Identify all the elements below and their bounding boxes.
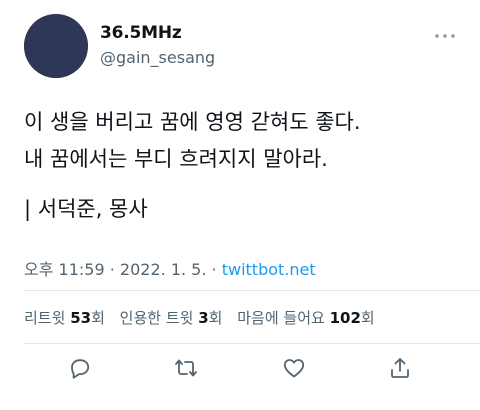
quotes-label: 인용한 트윗 [119, 309, 194, 327]
tweet-card: 36.5MHz @gain_sesang 이 생을 버리고 꿈에 영영 갇혀도 … [0, 0, 480, 410]
likes-label: 마음에 들어요 [237, 309, 325, 327]
user-handle[interactable]: @gain_sesang [100, 48, 215, 67]
quotes-count: 3 [198, 309, 209, 327]
meta-separator: · [211, 260, 217, 279]
avatar[interactable] [24, 14, 88, 78]
tweet-text-line: | 서덕준, 몽사 [24, 197, 148, 221]
more-options-icon[interactable] [434, 26, 456, 38]
likes-unit: 회 [360, 309, 375, 327]
likes-count: 102 [329, 309, 361, 327]
retweets-unit: 회 [91, 309, 105, 327]
quotes-stat[interactable]: 인용한 트윗 3회 [120, 309, 223, 327]
tweet-text-line: 이 생을 버리고 꿈에 영영 갇혀도 좋다. [24, 110, 361, 134]
reply-icon[interactable] [68, 356, 92, 380]
display-name[interactable]: 36.5MHz [100, 23, 182, 43]
crescent-moon-icon [24, 14, 88, 78]
divider [24, 343, 480, 344]
retweets-label: 리트윗 [24, 309, 66, 327]
tweet-time[interactable]: 오후 11:59 [24, 260, 105, 279]
retweet-icon[interactable] [174, 356, 198, 380]
likes-stat[interactable]: 마음에 들어요 102회 [237, 309, 374, 327]
share-icon[interactable] [388, 356, 412, 380]
tweet-actions [0, 356, 480, 386]
like-icon[interactable] [282, 356, 306, 380]
meta-separator: · [109, 260, 115, 279]
tweet-date[interactable]: 2022. 1. 5. [120, 260, 207, 279]
tweet-text-line: 내 꿈에서는 부디 흐려지지 말아라. [24, 147, 328, 171]
tweet-stats: 리트윗 53회 인용한 트윗 3회 마음에 들어요 102회 [24, 307, 385, 328]
retweets-stat[interactable]: 리트윗 53회 [24, 309, 105, 327]
divider [24, 290, 480, 291]
quotes-unit: 회 [208, 309, 223, 327]
tweet-source-link[interactable]: twittbot.net [222, 260, 316, 279]
retweets-count: 53 [70, 309, 92, 327]
tweet-meta: 오후 11:59 · 2022. 1. 5. · twittbot.net [24, 256, 316, 280]
